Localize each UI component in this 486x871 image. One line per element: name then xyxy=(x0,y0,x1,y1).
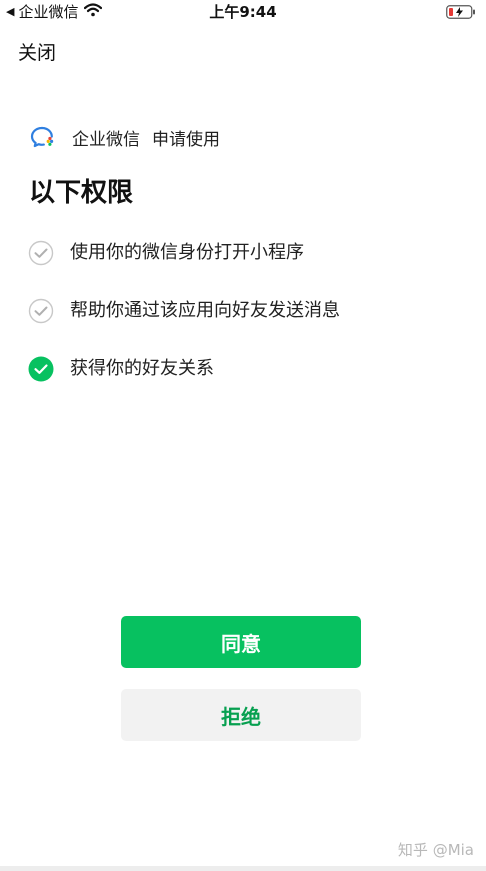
watermark: 知乎 @Mia xyxy=(397,841,474,859)
status-bar: ◀ 企业微信 上午9:44 xyxy=(0,0,486,24)
permission-label: 帮助你通过该应用向好友发送消息 xyxy=(70,300,340,321)
permissions-title: 以下权限 xyxy=(29,178,134,208)
check-circle-icon xyxy=(28,240,54,266)
app-request-row: 企业微信 申请使用 xyxy=(30,126,220,154)
agree-button[interactable]: 同意 xyxy=(121,616,361,668)
battery-low-charging-icon xyxy=(446,4,476,23)
permission-item: 帮助你通过该应用向好友发送消息 xyxy=(28,296,340,326)
checked-circle-icon[interactable] xyxy=(28,356,54,382)
close-button[interactable]: 关闭 xyxy=(18,40,56,66)
permission-label: 使用你的微信身份打开小程序 xyxy=(70,242,304,263)
wecom-logo-icon xyxy=(30,125,72,155)
reject-button[interactable]: 拒绝 xyxy=(121,689,361,741)
bottom-divider xyxy=(0,866,486,871)
permission-item-toggle[interactable]: 获得你的好友关系 xyxy=(28,354,340,384)
permissions-list: 使用你的微信身份打开小程序 帮助你通过该应用向好友发送消息 获得你的好友关系 xyxy=(28,238,340,412)
check-circle-icon xyxy=(28,298,54,324)
status-time: 上午9:44 xyxy=(209,3,277,21)
permission-item: 使用你的微信身份打开小程序 xyxy=(28,238,340,268)
permission-label: 获得你的好友关系 xyxy=(70,358,214,379)
request-action-text: 申请使用 xyxy=(152,130,220,150)
app-name: 企业微信 xyxy=(72,130,140,150)
